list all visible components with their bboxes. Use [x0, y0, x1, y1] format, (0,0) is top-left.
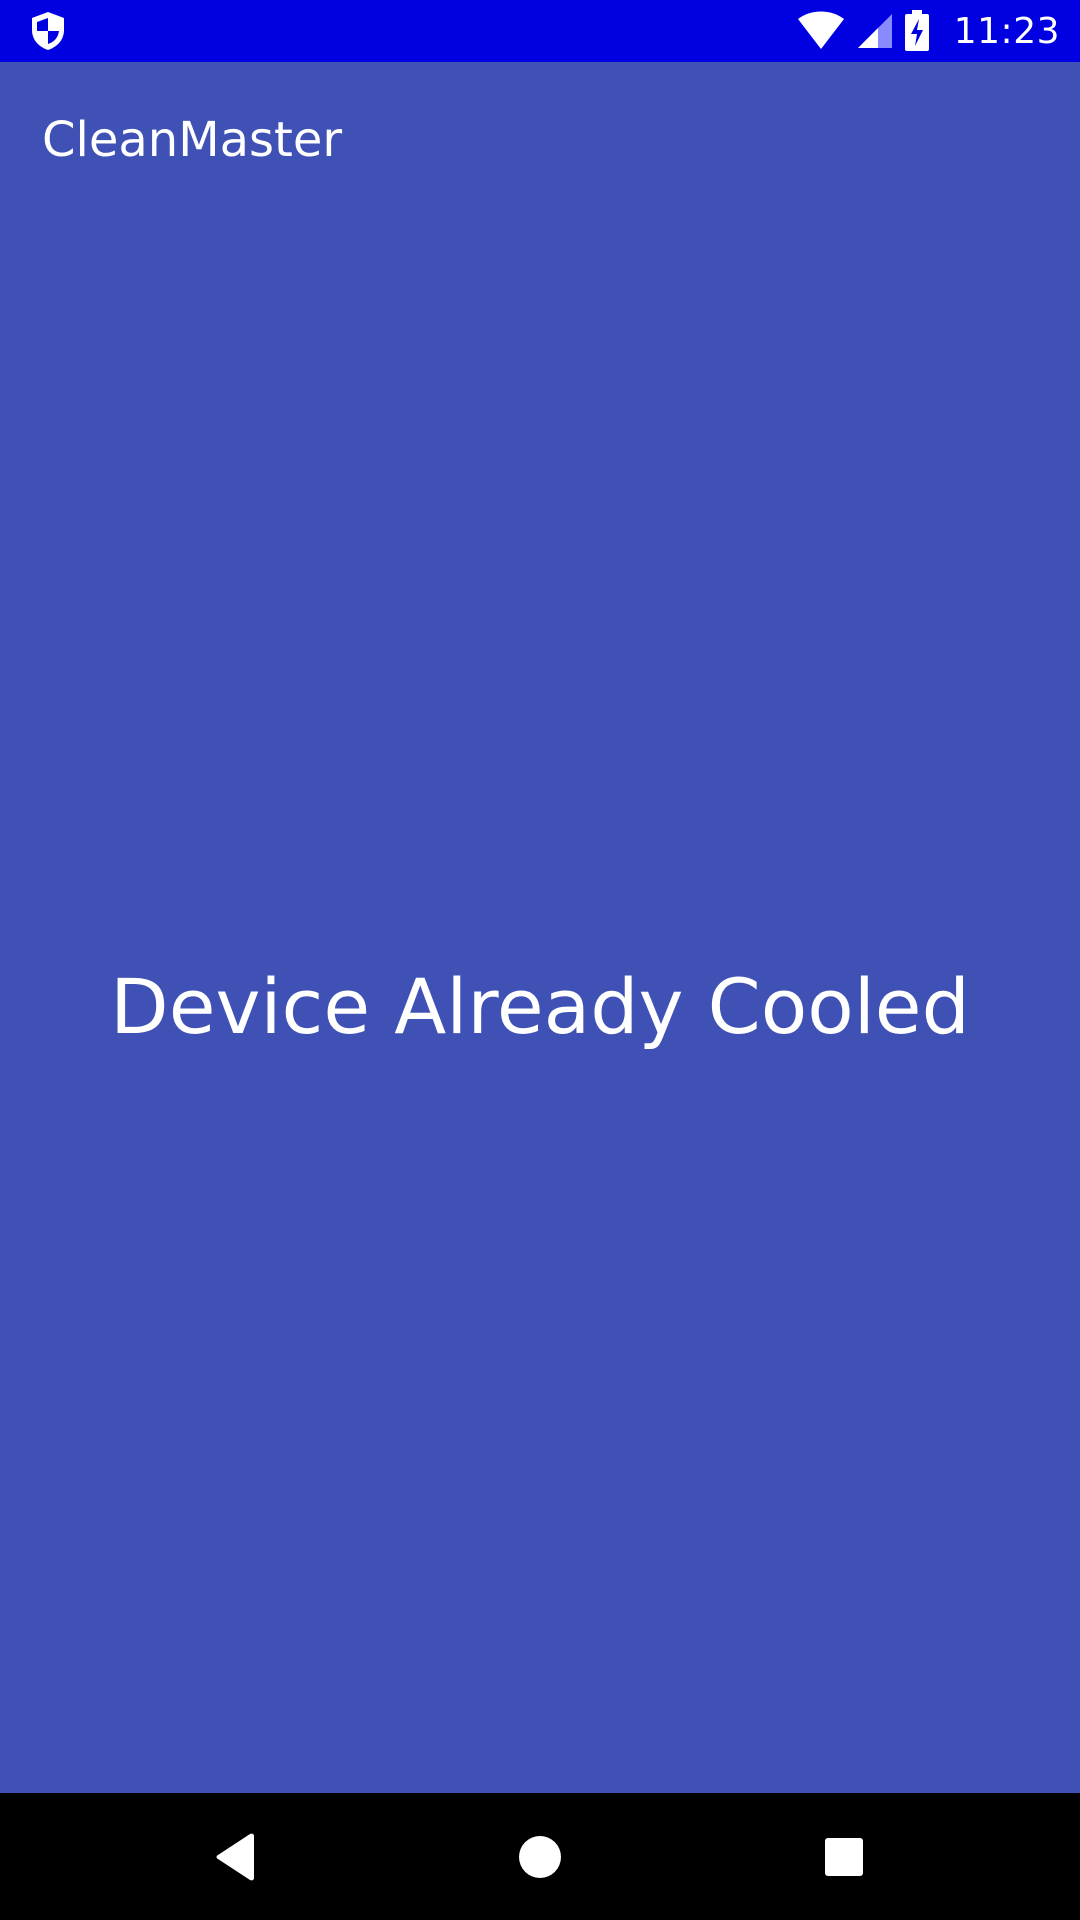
- back-button[interactable]: [166, 1793, 306, 1920]
- screen: 11:23 CleanMaster Device Already Cooled: [0, 0, 1080, 1920]
- cell-signal-icon: [856, 12, 894, 50]
- clock: 11:23: [953, 10, 1060, 52]
- navigation-bar: [0, 1793, 1080, 1920]
- home-icon: [519, 1835, 561, 1878]
- wifi-icon: [796, 11, 846, 51]
- recents-icon: [825, 1837, 863, 1876]
- shield-icon: [28, 10, 68, 52]
- status-bar: 11:23: [0, 0, 1080, 62]
- battery-charging-icon: [904, 10, 930, 52]
- status-message: Device Already Cooled: [110, 962, 970, 1051]
- recents-button[interactable]: [774, 1793, 914, 1920]
- status-icons: 11:23: [796, 0, 1060, 62]
- home-button[interactable]: [470, 1793, 610, 1920]
- app-title: CleanMaster: [42, 112, 343, 168]
- app-content: CleanMaster Device Already Cooled: [0, 62, 1080, 1793]
- back-icon: [216, 1833, 254, 1880]
